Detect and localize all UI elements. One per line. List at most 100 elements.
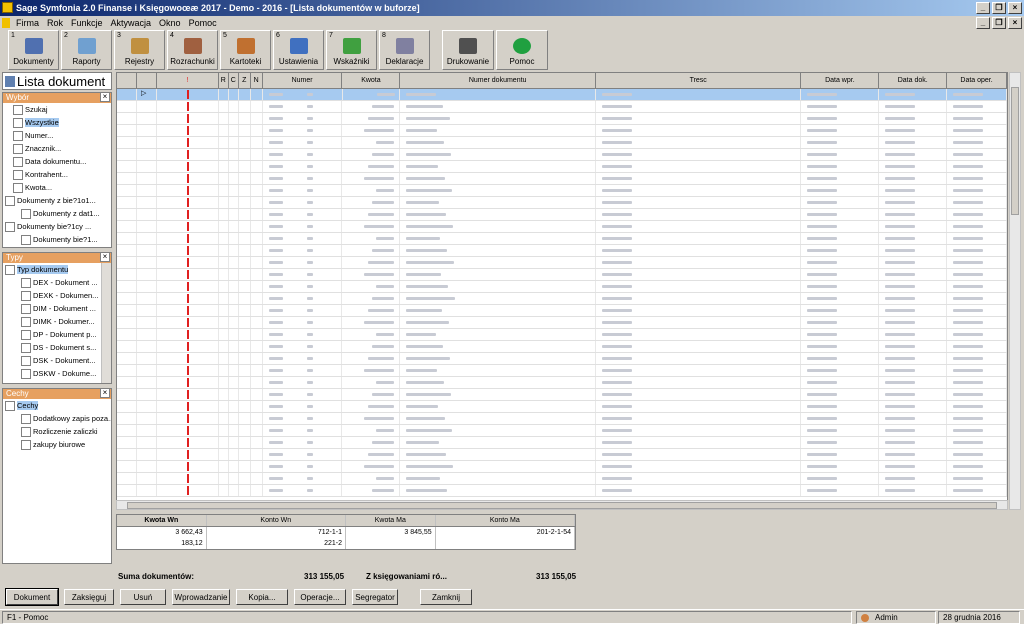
postings-header-col[interactable]: Konto Wn	[207, 515, 346, 526]
table-row[interactable]	[117, 233, 1007, 245]
zamknij-button[interactable]: Zamknij	[420, 589, 472, 605]
grid-header-col[interactable]: Numer	[263, 73, 343, 88]
wybor-item[interactable]: Kwota...	[3, 181, 111, 194]
table-row[interactable]	[117, 449, 1007, 461]
table-row[interactable]	[117, 245, 1007, 257]
table-row[interactable]	[117, 125, 1007, 137]
cechy-item[interactable]: Cechy	[3, 399, 111, 412]
grid-header-col[interactable]	[117, 73, 137, 88]
table-row[interactable]	[117, 413, 1007, 425]
operacje-button[interactable]: Operacje...	[294, 589, 346, 605]
segregator-button[interactable]: Segregator	[352, 589, 398, 605]
zaksięguj-button[interactable]: Zaksięguj	[64, 589, 114, 605]
typy-item[interactable]: DSK - Dokument...	[3, 354, 111, 367]
toolbar-raporty-button[interactable]: 2 Raporty	[61, 30, 112, 70]
wybor-item[interactable]: Znacznik...	[3, 142, 111, 155]
table-row[interactable]	[117, 269, 1007, 281]
typy-item[interactable]: Typ dokumentu	[3, 263, 111, 276]
toolbar-rejestry-button[interactable]: 3 Rejestry	[114, 30, 165, 70]
postings-header-col[interactable]: Kwota Wn	[117, 515, 207, 526]
grid-header-col[interactable]: Kwota	[342, 73, 401, 88]
typy-scrollbar[interactable]	[101, 263, 111, 383]
wybor-item[interactable]: Dokumenty bie?1cy ...	[3, 220, 111, 233]
toolbar-ustawienia-button[interactable]: 6 Ustawienia	[273, 30, 324, 70]
toolbar-wska-niki-button[interactable]: 7 Wskaźniki	[326, 30, 377, 70]
menu-okno[interactable]: Okno	[155, 18, 185, 28]
table-row[interactable]	[117, 257, 1007, 269]
table-row[interactable]	[117, 293, 1007, 305]
typy-item[interactable]: DSKW - Dokume...	[3, 367, 111, 380]
wybor-item[interactable]: Dokumenty z dat1...	[3, 207, 111, 220]
grid-header-col[interactable]: Tresc	[596, 73, 802, 88]
typy-item[interactable]: DIM - Dokument ...	[3, 302, 111, 315]
documents-grid[interactable]: ! R C Z N Numer Kwota Numer dokumentu Tresc Data …	[116, 72, 1008, 510]
menu-pomoc[interactable]: Pomoc	[185, 18, 221, 28]
table-row[interactable]	[117, 341, 1007, 353]
grid-header-col[interactable]	[137, 73, 157, 88]
toolbar-kartoteki-button[interactable]: 5 Kartoteki	[220, 30, 271, 70]
table-row[interactable]	[117, 425, 1007, 437]
section-wybor-close-button[interactable]: ×	[100, 92, 110, 102]
table-row[interactable]	[117, 173, 1007, 185]
typy-item[interactable]: DEXK - Dokumen...	[3, 289, 111, 302]
wybor-item[interactable]: Data dokumentu...	[3, 155, 111, 168]
postings-grid[interactable]: Kwota Wn Konto Wn Kwota Ma Konto Ma 3 662,4…	[116, 514, 576, 550]
close-button[interactable]: ×	[1008, 2, 1022, 14]
section-cechy-close-button[interactable]: ×	[100, 388, 110, 398]
horizontal-scroll-thumb[interactable]	[127, 502, 997, 509]
table-row[interactable]	[117, 437, 1007, 449]
typy-item[interactable]: DP - Dokument p...	[3, 328, 111, 341]
wybor-item[interactable]: Kontrahent...	[3, 168, 111, 181]
table-row[interactable]	[117, 377, 1007, 389]
menu-rok[interactable]: Rok	[43, 18, 67, 28]
wybor-item[interactable]: Dokumenty z bie?1o1...	[3, 194, 111, 207]
table-row[interactable]	[117, 365, 1007, 377]
table-row[interactable]: ▷	[117, 89, 1007, 101]
section-typy-close-button[interactable]: ×	[100, 252, 110, 262]
grid-header-col[interactable]: Z	[239, 73, 251, 88]
table-row[interactable]	[117, 329, 1007, 341]
grid-header-col[interactable]: Data dok.	[879, 73, 948, 88]
grid-header-col[interactable]: C	[229, 73, 239, 88]
cechy-item[interactable]: Dodatkowy zapis poza...	[3, 412, 111, 425]
postings-row[interactable]: 3 662,43 712-1-1 3 845,55 201-2-1-54	[117, 527, 575, 538]
table-row[interactable]	[117, 281, 1007, 293]
table-row[interactable]	[117, 137, 1007, 149]
table-row[interactable]	[117, 461, 1007, 473]
wybor-item[interactable]: Szukaj	[3, 103, 111, 116]
mdi-restore-button[interactable]: ❐	[992, 17, 1006, 29]
table-row[interactable]	[117, 389, 1007, 401]
table-row[interactable]	[117, 485, 1007, 497]
table-row[interactable]	[117, 473, 1007, 485]
vertical-scrollbar[interactable]	[1009, 72, 1021, 510]
postings-row[interactable]: 183,12 221-2	[117, 538, 575, 549]
minimize-button[interactable]: _	[976, 2, 990, 14]
horizontal-scrollbar[interactable]	[116, 500, 1008, 510]
menu-funkcje[interactable]: Funkcje	[67, 18, 107, 28]
typy-item[interactable]: DEX - Dokument ...	[3, 276, 111, 289]
table-row[interactable]	[117, 401, 1007, 413]
cechy-item[interactable]: zakupy biurowe	[3, 438, 111, 451]
kopia-button[interactable]: Kopia...	[236, 589, 288, 605]
table-row[interactable]	[117, 161, 1007, 173]
toolbar-pomoc-button[interactable]: Pomoc	[496, 30, 548, 70]
mdi-close-button[interactable]: ×	[1008, 17, 1022, 29]
wybor-item[interactable]: Numer...	[3, 129, 111, 142]
typy-item[interactable]: DIMK - Dokumer...	[3, 315, 111, 328]
table-row[interactable]	[117, 101, 1007, 113]
menu-firma[interactable]: Firma	[12, 18, 43, 28]
grid-header-col[interactable]: N	[251, 73, 263, 88]
menu-aktywacja[interactable]: Aktywacja	[107, 18, 156, 28]
table-row[interactable]	[117, 317, 1007, 329]
typy-item[interactable]: DS - Dokument s...	[3, 341, 111, 354]
wprowadzanie-button[interactable]: Wprowadzanie	[172, 589, 230, 605]
table-row[interactable]	[117, 353, 1007, 365]
grid-header-col[interactable]: Data wpr.	[801, 73, 880, 88]
toolbar-drukowanie-button[interactable]: Drukowanie	[442, 30, 494, 70]
toolbar-dokumenty-button[interactable]: 1 Dokumenty	[8, 30, 59, 70]
table-row[interactable]	[117, 221, 1007, 233]
grid-header-col[interactable]: R	[219, 73, 229, 88]
usuń-button[interactable]: Usuń	[120, 589, 166, 605]
cechy-item[interactable]: Rozliczenie zaliczki	[3, 425, 111, 438]
table-row[interactable]	[117, 209, 1007, 221]
